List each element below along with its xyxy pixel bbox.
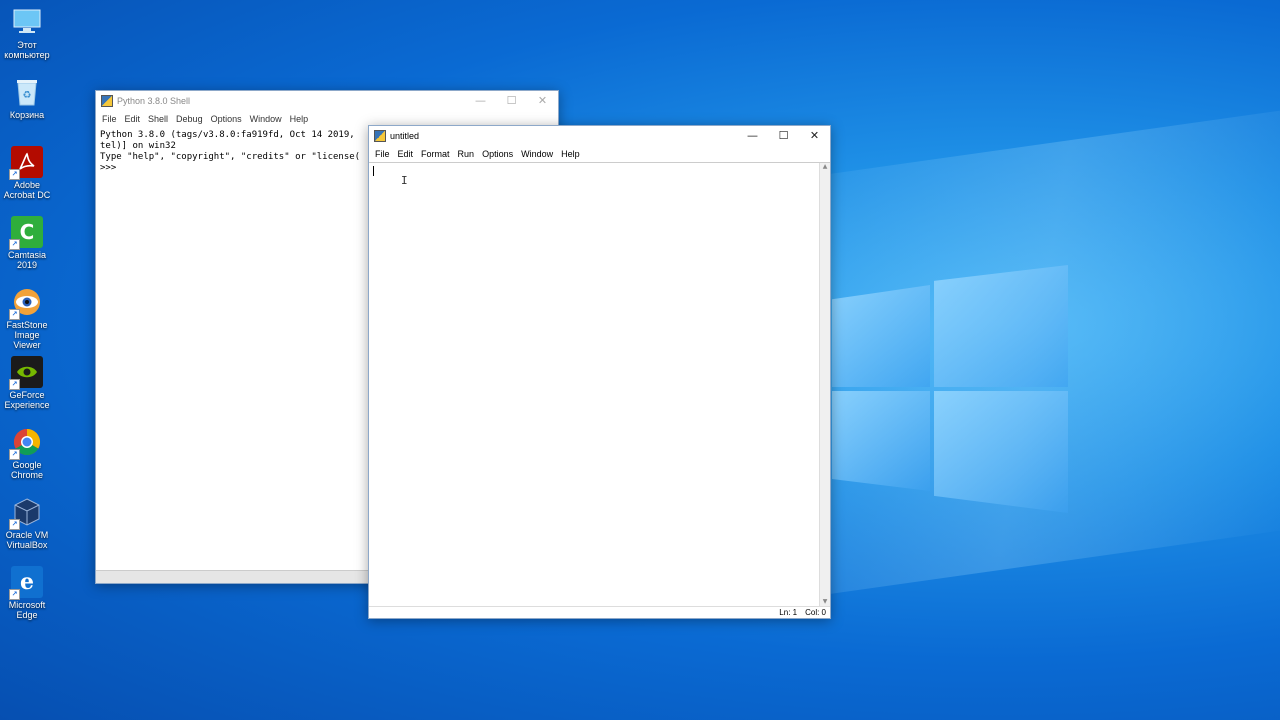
camtasia-icon: C ↗ <box>9 216 43 250</box>
desktop-icon-geforce[interactable]: ↗ GeForce Experience <box>0 356 54 410</box>
menu-options[interactable]: Options <box>478 149 517 159</box>
menu-edit[interactable]: Edit <box>121 114 145 124</box>
desktop-icon-label: Этот компьютер <box>4 40 50 60</box>
menu-shell[interactable]: Shell <box>144 114 172 124</box>
menu-options[interactable]: Options <box>207 114 246 124</box>
desktop-icon-virtualbox[interactable]: ↗ Oracle VM VirtualBox <box>0 496 54 550</box>
editor-text-area[interactable]: I <box>369 163 820 606</box>
menu-window[interactable]: Window <box>517 149 557 159</box>
desktop-icon-recycle-bin[interactable]: ♻ Корзина <box>0 76 54 120</box>
shortcut-arrow-icon: ↗ <box>9 169 20 180</box>
menu-help[interactable]: Help <box>557 149 584 159</box>
desktop-icon-label: Корзина <box>9 110 45 120</box>
editor-titlebar[interactable]: untitled — ☐ ✕ <box>369 126 830 146</box>
shortcut-arrow-icon: ↗ <box>9 309 20 320</box>
python-idle-icon <box>374 130 386 142</box>
shortcut-arrow-icon: ↗ <box>9 449 20 460</box>
scroll-up-icon[interactable]: ▲ <box>820 163 830 171</box>
desktop-icon-chrome[interactable]: ↗ Google Chrome <box>0 426 54 480</box>
shortcut-arrow-icon: ↗ <box>9 589 20 600</box>
editor-statusbar: Ln: 1 Col: 0 <box>369 606 830 618</box>
logo-pane <box>832 285 930 387</box>
desktop-icon-adobe-acrobat[interactable]: ↗ Adobe Acrobat DC <box>0 146 54 200</box>
shortcut-arrow-icon: ↗ <box>9 379 20 390</box>
text-caret <box>373 166 374 176</box>
menu-edit[interactable]: Edit <box>394 149 418 159</box>
menu-window[interactable]: Window <box>246 114 286 124</box>
menu-run[interactable]: Run <box>454 149 479 159</box>
minimize-button[interactable]: — <box>465 91 496 111</box>
desktop-icon-label: FastStone Image Viewer <box>6 320 48 350</box>
menu-format[interactable]: Format <box>417 149 454 159</box>
maximize-button[interactable]: ☐ <box>768 126 799 146</box>
desktop-icon-label: Adobe Acrobat DC <box>3 180 51 200</box>
shell-title: Python 3.8.0 Shell <box>117 96 191 106</box>
virtualbox-icon: ↗ <box>9 496 43 530</box>
computer-icon <box>11 6 43 38</box>
editor-title: untitled <box>390 131 420 141</box>
desktop-icon-faststone[interactable]: ↗ FastStone Image Viewer <box>0 286 54 350</box>
status-line: Ln: 1 <box>779 608 798 617</box>
logo-pane <box>934 391 1068 513</box>
desktop-icon-label: Google Chrome <box>10 460 43 480</box>
maximize-button[interactable]: ☐ <box>496 91 527 111</box>
desktop-icon-label: Microsoft Edge <box>8 600 46 620</box>
editor-menubar: File Edit Format Run Options Window Help <box>369 146 830 163</box>
menu-file[interactable]: File <box>371 149 394 159</box>
close-button[interactable]: ✕ <box>527 91 558 111</box>
desktop-icon-label: GeForce Experience <box>4 390 50 410</box>
logo-pane <box>832 391 930 491</box>
close-button[interactable]: ✕ <box>799 126 830 146</box>
nvidia-icon: ↗ <box>9 356 43 390</box>
svg-text:♻: ♻ <box>23 90 32 101</box>
acrobat-icon: ↗ <box>9 146 43 180</box>
scroll-down-icon[interactable]: ▼ <box>820 598 830 606</box>
desktop-icon-label: Camtasia 2019 <box>7 250 46 270</box>
logo-pane <box>934 265 1068 387</box>
ibeam-cursor-icon: I <box>401 174 408 187</box>
menu-help[interactable]: Help <box>286 114 313 124</box>
window-controls: — ☐ ✕ <box>465 91 558 111</box>
windows-logo <box>832 265 1068 513</box>
shell-titlebar[interactable]: Python 3.8.0 Shell — ☐ ✕ <box>96 91 558 111</box>
faststone-eye-icon: ↗ <box>9 286 43 320</box>
menu-file[interactable]: File <box>98 114 121 124</box>
editor-window[interactable]: untitled — ☐ ✕ File Edit Format Run Opti… <box>368 125 831 619</box>
chrome-icon: ↗ <box>9 426 43 460</box>
desktop-icon-label: Oracle VM VirtualBox <box>5 530 49 550</box>
recycle-bin-icon: ♻ <box>11 76 43 108</box>
menu-debug[interactable]: Debug <box>172 114 207 124</box>
desktop-icon-camtasia[interactable]: C ↗ Camtasia 2019 <box>0 216 54 270</box>
shortcut-arrow-icon: ↗ <box>9 239 20 250</box>
shortcut-arrow-icon: ↗ <box>9 519 20 530</box>
minimize-button[interactable]: — <box>737 126 768 146</box>
editor-vertical-scrollbar[interactable]: ▲ ▼ <box>819 163 830 606</box>
edge-icon: e ↗ <box>9 566 43 600</box>
python-idle-icon <box>101 95 113 107</box>
desktop-icon-edge[interactable]: e ↗ Microsoft Edge <box>0 566 54 620</box>
desktop-icon-this-pc[interactable]: Этот компьютер <box>0 6 54 60</box>
desktop: Этот компьютер ♻ Корзина ↗ Adobe Acrobat… <box>0 0 1280 720</box>
window-controls: — ☐ ✕ <box>737 126 830 146</box>
status-column: Col: 0 <box>805 608 826 617</box>
